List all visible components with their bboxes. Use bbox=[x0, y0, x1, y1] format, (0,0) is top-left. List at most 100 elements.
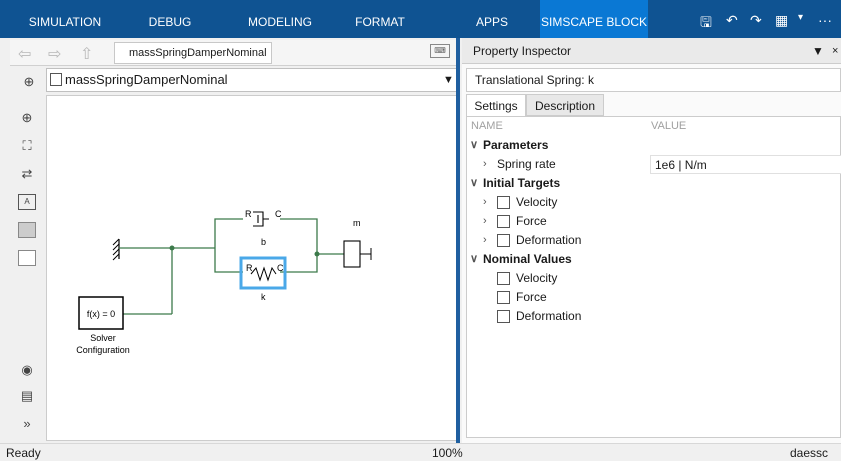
checkbox[interactable] bbox=[497, 215, 510, 228]
editor-toolbar: ⇦ ⇨ ⇧ massSpringDamperNominal ⌨ bbox=[10, 40, 460, 66]
column-name: NAME bbox=[471, 120, 503, 132]
spring-port-r: R bbox=[246, 263, 253, 273]
damper-port-r: R bbox=[245, 209, 252, 219]
spring-block[interactable] bbox=[250, 266, 277, 282]
connection-lines[interactable] bbox=[119, 218, 344, 315]
status-text: Ready bbox=[6, 446, 41, 460]
nominal-row-velocity[interactable]: Velocity bbox=[467, 269, 841, 288]
section-initial-targets[interactable]: ∨ Initial Targets bbox=[467, 174, 841, 193]
hide-explorer-icon[interactable]: ⊕ bbox=[20, 74, 38, 90]
tab-modeling[interactable]: MODELING bbox=[230, 0, 330, 38]
nominal-label: Force bbox=[516, 290, 547, 304]
spring-rate-value: 1e6 | N/m bbox=[655, 158, 707, 172]
checkbox[interactable] bbox=[497, 196, 510, 209]
nominal-row-deformation[interactable]: Deformation bbox=[467, 307, 841, 326]
tab-description[interactable]: Description bbox=[526, 94, 604, 116]
section-title: Parameters bbox=[483, 138, 549, 152]
chevron-right-icon[interactable]: › bbox=[483, 193, 487, 212]
mass-block[interactable] bbox=[343, 240, 372, 268]
image-icon[interactable] bbox=[18, 222, 36, 238]
nominal-label: Velocity bbox=[516, 271, 558, 285]
redo-icon[interactable]: ↷ bbox=[750, 12, 762, 29]
block-title: Translational Spring: k bbox=[466, 68, 841, 92]
left-tool-strip: ⊕ ⊕ ⛶ ⇄ A ◉ ▤ » bbox=[0, 66, 46, 443]
solver-caption-line1: Solver bbox=[90, 333, 116, 343]
spring-rate-field[interactable]: 1e6 | N/m bbox=[650, 155, 841, 174]
table-header: NAME VALUE bbox=[467, 117, 841, 136]
screenshot-icon[interactable]: ◉ bbox=[18, 362, 36, 378]
section-title: Initial Targets bbox=[483, 176, 561, 190]
target-row-velocity[interactable]: › Velocity bbox=[467, 193, 841, 212]
model-browser-path[interactable]: massSpringDamperNominal ▼ bbox=[46, 68, 458, 92]
close-icon[interactable]: × bbox=[832, 38, 838, 64]
back-arrow-icon[interactable]: ⇦ bbox=[18, 44, 31, 64]
panel-menu-icon[interactable]: ▼ bbox=[812, 38, 824, 64]
annotation-icon[interactable]: A bbox=[18, 194, 36, 210]
model-icon bbox=[50, 73, 62, 86]
target-label: Deformation bbox=[516, 233, 582, 247]
solver-expression: f(x) = 0 bbox=[87, 309, 115, 319]
keyboard-icon[interactable]: ⌨ bbox=[430, 44, 450, 58]
section-parameters[interactable]: ∨ Parameters bbox=[467, 136, 841, 155]
checkbox[interactable] bbox=[497, 291, 510, 304]
junction-dot bbox=[169, 245, 175, 251]
save-icon[interactable]: 🖫 bbox=[700, 12, 712, 36]
target-row-deformation[interactable]: › Deformation bbox=[467, 231, 841, 250]
nominal-label: Deformation bbox=[516, 309, 582, 323]
target-label: Force bbox=[516, 214, 547, 228]
pane-divider[interactable] bbox=[456, 38, 460, 443]
zoom-icon[interactable]: ⊕ bbox=[18, 110, 36, 126]
checkbox[interactable] bbox=[497, 234, 510, 247]
status-bar: Ready 100% daessc bbox=[0, 443, 841, 461]
parameter-row[interactable]: › Spring rate 1e6 | N/m bbox=[467, 155, 841, 174]
area-icon[interactable] bbox=[18, 250, 36, 266]
target-row-force[interactable]: › Force bbox=[467, 212, 841, 231]
expand-icon[interactable]: » bbox=[18, 416, 36, 432]
mass-name: m bbox=[353, 218, 361, 228]
tab-simscape-block[interactable]: SIMSCAPE BLOCK bbox=[540, 0, 648, 38]
checkbox[interactable] bbox=[497, 310, 510, 323]
inspector-tabs: Settings Description bbox=[466, 94, 841, 116]
damper-name: b bbox=[261, 237, 266, 247]
tab-simulation[interactable]: SIMULATION bbox=[0, 0, 130, 38]
spring-port-c: C bbox=[277, 263, 284, 273]
model-tab[interactable]: massSpringDamperNominal bbox=[114, 42, 272, 64]
up-arrow-icon[interactable]: ⇧ bbox=[80, 44, 93, 64]
diagram-svg: R C b R C k m f(x) = 0 Solver Configurat… bbox=[76, 209, 372, 355]
fit-to-view-icon[interactable]: ⛶ bbox=[18, 138, 36, 154]
junction-dot bbox=[314, 251, 320, 257]
chevron-right-icon[interactable]: › bbox=[483, 212, 487, 231]
column-value: VALUE bbox=[651, 120, 687, 132]
zoom-level: 100% bbox=[432, 446, 463, 460]
parameter-label: Spring rate bbox=[497, 157, 556, 171]
damper-block[interactable] bbox=[253, 211, 269, 227]
tab-settings[interactable]: Settings bbox=[466, 94, 526, 116]
section-nominal-values[interactable]: ∨ Nominal Values bbox=[467, 250, 841, 269]
dropdown-icon[interactable]: ▼ bbox=[443, 69, 454, 91]
more-options-button[interactable]: ··· bbox=[818, 12, 832, 28]
quick-access-icon[interactable]: ▦ bbox=[775, 12, 788, 29]
property-inspector-header: Property Inspector ▼ × bbox=[462, 38, 841, 64]
chevron-down-icon: ∨ bbox=[470, 139, 479, 151]
tab-debug[interactable]: DEBUG bbox=[130, 0, 210, 38]
chevron-down-icon: ∨ bbox=[470, 253, 479, 265]
chevron-down-icon[interactable]: ▾ bbox=[798, 12, 803, 23]
ground-block[interactable] bbox=[112, 238, 120, 261]
property-inspector-title: Property Inspector bbox=[473, 44, 572, 58]
undo-icon[interactable]: ↶ bbox=[726, 12, 738, 29]
tab-format[interactable]: FORMAT bbox=[335, 0, 425, 38]
arrow-icon[interactable]: ⇄ bbox=[18, 166, 36, 182]
property-inspector-icon[interactable]: ▤ bbox=[18, 388, 36, 404]
chevron-right-icon[interactable]: › bbox=[483, 155, 487, 174]
diagram-canvas[interactable]: R C b R C k m f(x) = 0 Solver Configurat… bbox=[46, 95, 458, 441]
damper-port-c: C bbox=[275, 209, 282, 219]
target-label: Velocity bbox=[516, 195, 558, 209]
tab-apps[interactable]: APPS bbox=[462, 0, 522, 38]
forward-arrow-icon[interactable]: ⇨ bbox=[48, 44, 61, 64]
spring-name: k bbox=[261, 292, 266, 302]
address-path: massSpringDamperNominal bbox=[65, 72, 228, 87]
chevron-right-icon[interactable]: › bbox=[483, 231, 487, 250]
checkbox[interactable] bbox=[497, 272, 510, 285]
user-name: daessc bbox=[790, 446, 829, 460]
nominal-row-force[interactable]: Force bbox=[467, 288, 841, 307]
